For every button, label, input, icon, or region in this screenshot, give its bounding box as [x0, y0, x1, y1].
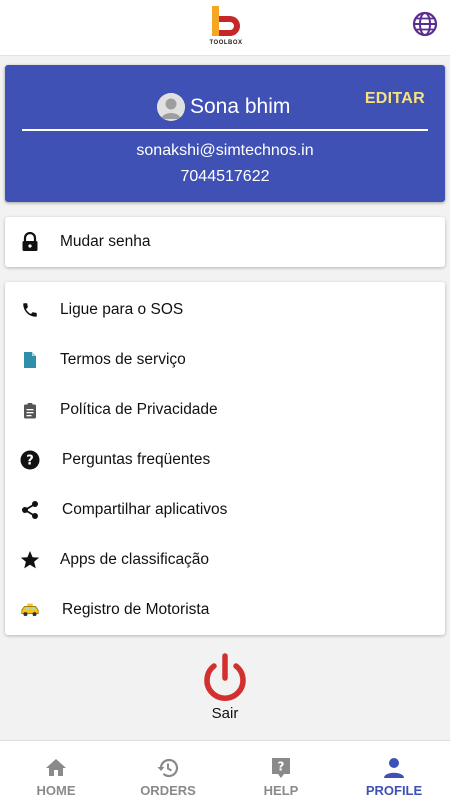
tab-orders[interactable]: ORDERS [112, 741, 224, 800]
svg-text:?: ? [26, 454, 34, 469]
bottom-nav: HOME ORDERS ? HELP PROFILE [0, 740, 450, 800]
menu-item-label: Registro de Motorista [62, 601, 210, 618]
tab-label: PROFILE [365, 783, 423, 798]
top-bar: TOOLBOX [0, 0, 450, 56]
tab-label: HELP [263, 783, 299, 798]
menu-item-label: Compartilhar aplicativos [62, 501, 228, 518]
home-icon [44, 756, 68, 780]
history-icon [156, 756, 180, 780]
profile-phone: 7044517622 [180, 168, 270, 185]
menu-item-label: Política de Privacidade [60, 401, 218, 418]
person-icon [382, 756, 406, 780]
lock-icon [20, 232, 40, 252]
menu-item-share[interactable]: Compartilhar aplicativos [5, 485, 445, 535]
profile-card: Sona bhim EDITAR sonakshi@simtechnos.in … [5, 65, 445, 202]
menu-item-change-password[interactable]: Mudar senha [5, 217, 445, 267]
tab-label: HOME [36, 783, 76, 798]
menu-item-label: Termos de serviço [60, 351, 186, 368]
taxi-icon [20, 600, 40, 620]
tab-profile[interactable]: PROFILE [338, 741, 450, 800]
profile-email: sonakshi@simtechnos.in [136, 142, 314, 159]
info-menu-card: Ligue para o SOS Termos de serviço Polít… [5, 282, 445, 635]
toolbox-logo: TOOLBOX [204, 4, 248, 48]
svg-text:?: ? [278, 760, 285, 774]
menu-item-privacy[interactable]: Política de Privacidade [5, 385, 445, 435]
logo-text: TOOLBOX [209, 40, 243, 46]
tab-help[interactable]: ? HELP [225, 741, 337, 800]
clipboard-icon [20, 400, 40, 420]
profile-divider [22, 129, 428, 131]
menu-item-sos[interactable]: Ligue para o SOS [5, 285, 445, 335]
document-icon [20, 350, 40, 370]
globe-icon[interactable] [411, 10, 439, 38]
phone-icon [20, 300, 40, 320]
menu-item-label: Perguntas freqüentes [62, 451, 211, 468]
avatar[interactable] [157, 93, 185, 121]
account-menu-card: Mudar senha [5, 217, 445, 267]
logout-label[interactable]: Sair [0, 705, 450, 722]
help-box-icon: ? [269, 756, 293, 780]
menu-item-faq[interactable]: ? Perguntas freqüentes [5, 435, 445, 485]
menu-item-label: Apps de classificação [60, 551, 210, 568]
menu-item-label: Ligue para o SOS [60, 301, 184, 318]
profile-name: Sona bhim [190, 95, 291, 118]
menu-item-terms[interactable]: Termos de serviço [5, 335, 445, 385]
help-circle-icon: ? [20, 450, 40, 470]
edit-profile-button[interactable]: EDITAR [365, 90, 425, 108]
tab-label: ORDERS [140, 783, 196, 798]
share-icon [20, 500, 40, 520]
tab-home[interactable]: HOME [0, 741, 112, 800]
power-icon[interactable] [199, 652, 251, 704]
menu-item-label: Mudar senha [60, 233, 151, 250]
menu-item-rate-apps[interactable]: Apps de classificação [5, 535, 445, 585]
menu-item-driver-registration[interactable]: Registro de Motorista [5, 585, 445, 635]
star-icon [20, 550, 40, 570]
